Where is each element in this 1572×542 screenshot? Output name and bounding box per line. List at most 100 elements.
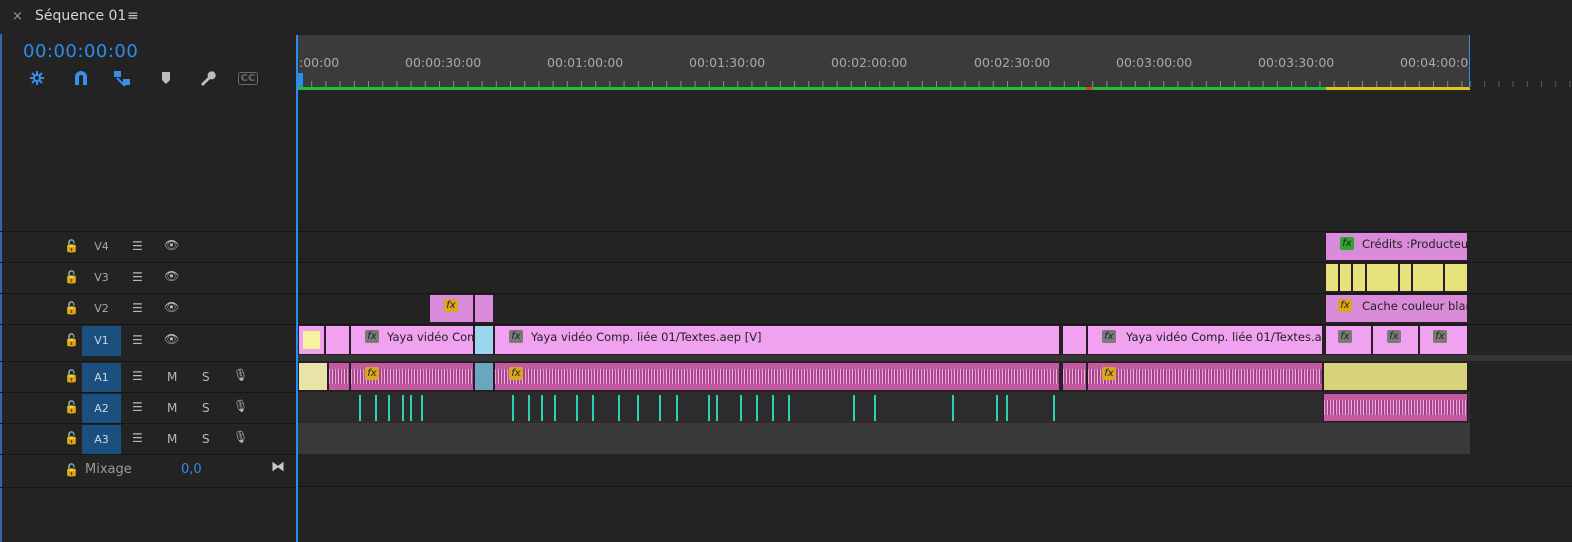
track-header-v1[interactable]: 🔓 V1 ☰ 👁 — [0, 324, 296, 356]
track-source-patch[interactable]: A2 — [82, 394, 121, 424]
clip-v1[interactable]: fx — [1372, 325, 1419, 355]
track-name[interactable]: V3 — [82, 264, 121, 292]
track-header-a3[interactable]: 🔓 A3 ☰ M S 🎙 — [0, 423, 296, 455]
sync-lock-icon[interactable]: ☰ — [132, 301, 143, 315]
eye-icon[interactable]: 👁 — [164, 269, 179, 283]
clip-v3[interactable] — [1352, 263, 1366, 292]
clip-v3[interactable] — [1325, 263, 1339, 292]
track-header-v4[interactable]: 🔓 V4 ☰ 👁 — [0, 231, 296, 262]
audio-clip-a1[interactable] — [298, 362, 328, 391]
sync-lock-icon[interactable]: ☰ — [132, 431, 143, 445]
microphone-icon[interactable]: 🎙 — [233, 430, 248, 444]
sync-lock-icon[interactable]: ☰ — [132, 400, 143, 414]
audio-clip-a1[interactable] — [474, 362, 494, 391]
time-ruler[interactable]: :00:00 00:00:30:00 00:01:00:00 00:01:30:… — [297, 35, 1476, 88]
sync-lock-icon[interactable]: ☰ — [132, 333, 143, 347]
video-audio-divider[interactable] — [297, 355, 1572, 361]
microphone-icon[interactable]: 🎙 — [233, 399, 248, 413]
mute-button[interactable]: M — [167, 401, 177, 415]
clip-v2[interactable]: fx — [429, 294, 474, 323]
clip-v3[interactable] — [1399, 263, 1412, 292]
mute-button[interactable]: M — [167, 432, 177, 446]
track-name[interactable]: V4 — [82, 233, 121, 261]
clip-v1-yaya-c[interactable]: fx Yaya vidéo Comp. liée 01/Textes.aep [ — [1087, 325, 1323, 355]
audio-clip-a1[interactable] — [1062, 362, 1087, 391]
clip-v1[interactable] — [325, 325, 350, 355]
eye-icon[interactable]: 👁 — [164, 238, 179, 252]
track-name[interactable]: V2 — [82, 295, 121, 323]
clip-v3[interactable] — [1412, 263, 1444, 292]
clip-v1-yaya-b[interactable]: fx Yaya vidéo Comp. liée 01/Textes.aep [… — [494, 325, 1060, 355]
clip-v1-yaya-a[interactable]: fx Yaya vidéo Com — [350, 325, 474, 355]
microphone-icon[interactable]: 🎙 — [233, 368, 248, 382]
panel-menu-icon[interactable]: ≡ — [127, 8, 139, 24]
sync-lock-icon[interactable]: ☰ — [132, 270, 143, 284]
clip-credits[interactable]: fx Crédits :Producteur/ — [1325, 232, 1468, 261]
clip-v1[interactable]: fx — [1419, 325, 1468, 355]
audio-clip-a1[interactable]: fx — [350, 362, 474, 391]
solo-button[interactable]: S — [202, 432, 210, 446]
track-header-v3[interactable]: 🔓 V3 ☰ 👁 — [0, 262, 296, 293]
mute-button[interactable]: M — [167, 370, 177, 384]
linked-selection-icon[interactable] — [111, 68, 133, 88]
solo-button[interactable]: S — [202, 370, 210, 384]
audio-marker — [618, 395, 620, 421]
playhead-line[interactable] — [296, 35, 298, 542]
audio-marker — [708, 395, 710, 421]
clip-v3[interactable] — [1366, 263, 1399, 292]
track-header-a2[interactable]: 🔓 A2 ☰ M S 🎙 — [0, 392, 296, 424]
audio-clip-a1[interactable]: fx — [1087, 362, 1323, 391]
track-source-patch[interactable]: A1 — [82, 363, 121, 393]
clip-v1[interactable] — [298, 325, 325, 355]
clip-v1[interactable] — [1062, 325, 1087, 355]
audio-clip-a1[interactable]: fx — [494, 362, 1060, 391]
audio-clip-a1[interactable] — [328, 362, 350, 391]
waveform — [1324, 400, 1467, 415]
lock-icon[interactable]: 🔓 — [64, 239, 79, 253]
clip-v1[interactable]: fx — [1325, 325, 1372, 355]
audio-marker — [410, 395, 412, 421]
audio-marker — [756, 395, 758, 421]
sequence-tab-title[interactable]: Séquence 01 — [35, 8, 126, 24]
lock-icon[interactable]: 🔓 — [64, 463, 79, 477]
track-source-patch[interactable]: V1 — [82, 326, 121, 356]
ruler-label: 00:04:00:00 — [1400, 55, 1477, 70]
wrench-settings-icon[interactable] — [196, 68, 218, 88]
eye-icon[interactable]: 👁 — [164, 332, 179, 346]
track-source-patch[interactable]: A3 — [82, 425, 121, 455]
eye-icon[interactable]: 👁 — [164, 300, 179, 314]
insert-nest-icon[interactable] — [26, 68, 48, 88]
lock-icon[interactable]: 🔓 — [64, 301, 79, 315]
clip-label: Yaya vidéo Comp. liée 01/Textes.aep [ — [1126, 330, 1323, 344]
clip-label: Yaya vidéo Com — [387, 330, 474, 344]
playhead-timecode[interactable]: 00:00:00:00 — [23, 41, 138, 62]
ruler-label: 00:01:30:00 — [689, 55, 766, 70]
add-marker-icon[interactable] — [155, 68, 177, 88]
clip-v1[interactable] — [474, 325, 494, 355]
audio-clip-a1-end[interactable] — [1323, 362, 1468, 391]
track-header-v2[interactable]: 🔓 V2 ☰ 👁 — [0, 293, 296, 324]
captions-icon[interactable]: CC — [237, 68, 259, 88]
audio-marker — [740, 395, 742, 421]
clip-v3[interactable] — [1444, 263, 1468, 292]
track-header-a1[interactable]: 🔓 A1 ☰ M S 🎙 — [0, 361, 296, 393]
mix-track-header[interactable]: 🔓 Mixage 0,0 ⧓ — [0, 454, 296, 488]
go-to-mixer-icon[interactable]: ⧓ — [271, 459, 285, 475]
audio-clip-a2-end[interactable] — [1323, 393, 1468, 422]
playhead-handle[interactable] — [296, 73, 303, 87]
solo-button[interactable]: S — [202, 401, 210, 415]
lock-icon[interactable]: 🔓 — [64, 369, 79, 383]
lock-icon[interactable]: 🔓 — [64, 400, 79, 414]
mix-volume-value[interactable]: 0,0 — [181, 462, 202, 477]
lock-icon[interactable]: 🔓 — [64, 333, 79, 347]
fx-badge: fx — [1338, 330, 1352, 343]
clip-v3[interactable] — [1339, 263, 1352, 292]
snap-magnet-icon[interactable] — [70, 68, 92, 88]
clip-v2[interactable] — [474, 294, 494, 323]
close-tab-icon[interactable]: × — [12, 9, 23, 24]
lock-icon[interactable]: 🔓 — [64, 431, 79, 445]
sync-lock-icon[interactable]: ☰ — [132, 239, 143, 253]
sync-lock-icon[interactable]: ☰ — [132, 369, 143, 383]
lock-icon[interactable]: 🔓 — [64, 270, 79, 284]
clip-cache-couleur[interactable]: fx Cache couleur blanc — [1325, 294, 1468, 323]
